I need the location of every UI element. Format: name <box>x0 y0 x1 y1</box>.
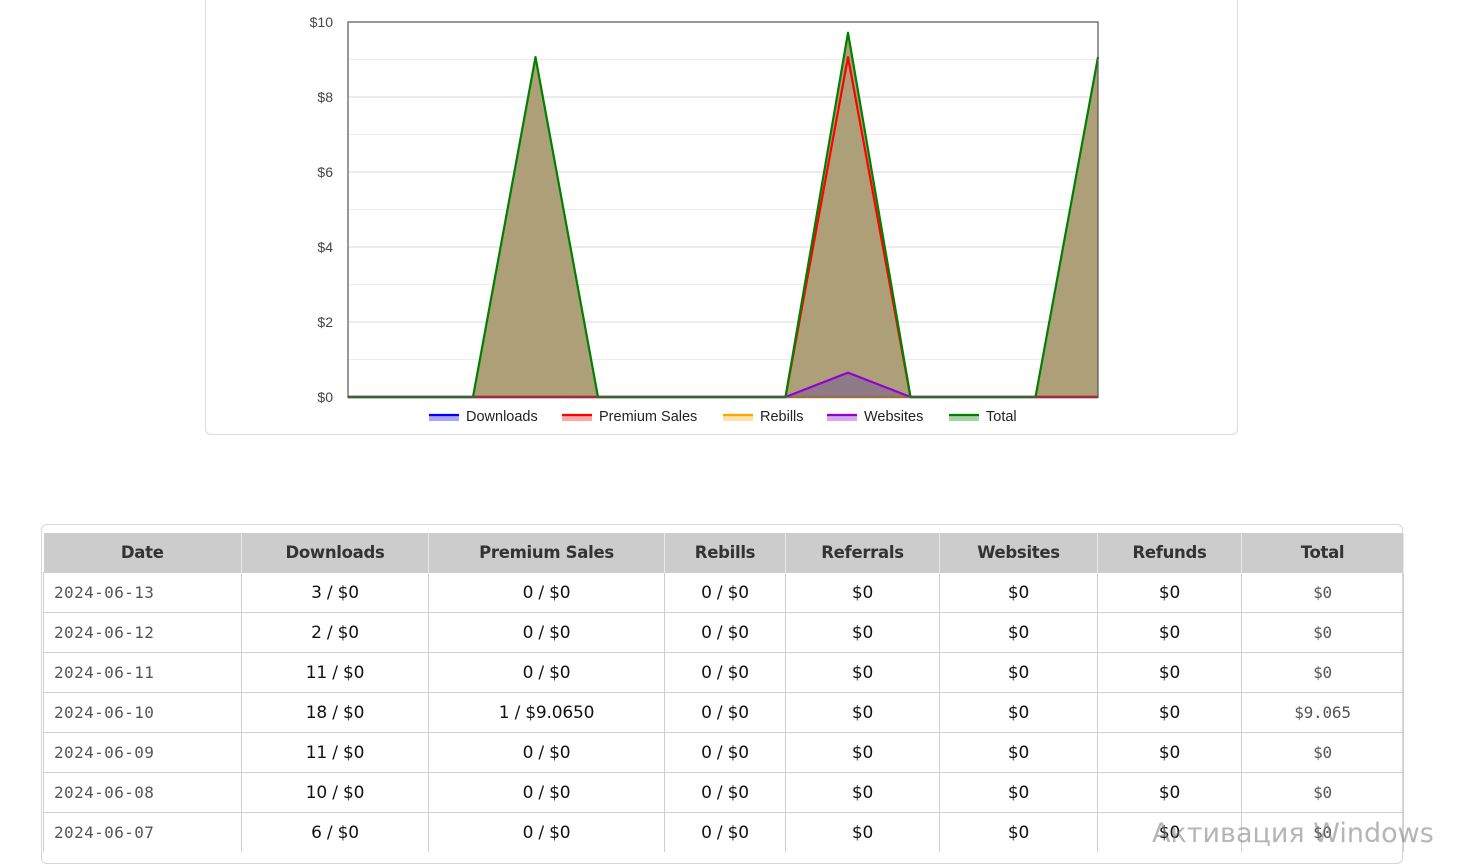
cell-refunds: $0 <box>1097 772 1242 813</box>
table-row: 2024-06-11 11 / $0 0 / $0 0 / $0 $0 $0 $… <box>43 652 1404 693</box>
cell-downloads: 11 / $0 <box>241 652 429 693</box>
series-area-websites <box>348 372 1098 397</box>
cell-websites: $0 <box>939 572 1098 613</box>
earnings-chart: $0 $2 $4 $6 $8 $10 Downloads Premium Sales Rebil… <box>310 14 1100 425</box>
cell-premium-sales: 0 / $0 <box>428 652 665 693</box>
cell-referrals: $0 <box>785 692 940 733</box>
cell-downloads: 3 / $0 <box>241 572 429 613</box>
cell-websites: $0 <box>939 732 1098 773</box>
cell-premium-sales: 0 / $0 <box>428 612 665 653</box>
table-row: 2024-06-07 6 / $0 0 / $0 0 / $0 $0 $0 $0… <box>43 812 1404 852</box>
header-downloads[interactable]: Downloads <box>241 533 429 573</box>
data-point <box>847 372 849 374</box>
cell-referrals: $0 <box>785 612 940 653</box>
data-point <box>847 56 849 58</box>
series-area-total <box>348 32 1098 397</box>
cell-refunds: $0 <box>1097 732 1242 773</box>
cell-total: $0 <box>1241 652 1404 693</box>
header-refunds[interactable]: Refunds <box>1097 533 1242 573</box>
legend-label: Websites <box>864 409 923 425</box>
cell-websites: $0 <box>939 772 1098 813</box>
cell-rebills: 0 / $0 <box>664 812 786 852</box>
header-referrals[interactable]: Referrals <box>785 533 940 573</box>
cell-websites: $0 <box>939 692 1098 733</box>
y-tick-label: $10 <box>310 14 334 30</box>
cell-total: $0 <box>1241 572 1404 613</box>
y-tick-label: $0 <box>317 389 333 405</box>
cell-total: $0 <box>1241 612 1404 653</box>
header-date[interactable]: Date <box>43 533 242 573</box>
cell-websites: $0 <box>939 652 1098 693</box>
cell-refunds: $0 <box>1097 612 1242 653</box>
cell-total: $0 <box>1241 732 1404 773</box>
cell-date: 2024-06-07 <box>43 812 242 852</box>
cell-websites: $0 <box>939 812 1098 852</box>
table-header-row: Date Downloads Premium Sales Rebills Ref… <box>43 533 1404 573</box>
cell-downloads: 18 / $0 <box>241 692 429 733</box>
cell-date: 2024-06-13 <box>43 572 242 613</box>
cell-date: 2024-06-08 <box>43 772 242 813</box>
cell-downloads: 10 / $0 <box>241 772 429 813</box>
table-row: 2024-06-12 2 / $0 0 / $0 0 / $0 $0 $0 $0… <box>43 612 1404 653</box>
earnings-chart-panel: $0 $2 $4 $6 $8 $10 Downloads Premium Sales Rebil… <box>205 0 1238 435</box>
cell-referrals: $0 <box>785 572 940 613</box>
stats-table: Date Downloads Premium Sales Rebills Ref… <box>43 533 1404 852</box>
cell-premium-sales: 0 / $0 <box>428 812 665 852</box>
cell-refunds: $0 <box>1097 812 1242 852</box>
header-rebills[interactable]: Rebills <box>664 533 786 573</box>
cell-rebills: 0 / $0 <box>664 572 786 613</box>
cell-downloads: 6 / $0 <box>241 812 429 852</box>
y-tick-label: $8 <box>317 89 333 105</box>
series-line-premium-sales <box>348 55 1098 399</box>
table-row: 2024-06-10 18 / $0 1 / $9.0650 0 / $0 $0… <box>43 692 1404 733</box>
cell-rebills: 0 / $0 <box>664 652 786 693</box>
cell-referrals: $0 <box>785 812 940 852</box>
cell-referrals: $0 <box>785 652 940 693</box>
cell-websites: $0 <box>939 612 1098 653</box>
cell-total: $9.065 <box>1241 692 1404 733</box>
header-websites[interactable]: Websites <box>939 533 1098 573</box>
cell-date: 2024-06-10 <box>43 692 242 733</box>
data-point <box>534 56 537 58</box>
cell-refunds: $0 <box>1097 572 1242 613</box>
cell-premium-sales: 1 / $9.0650 <box>428 692 665 733</box>
cell-premium-sales: 0 / $0 <box>428 772 665 813</box>
data-point <box>847 32 849 34</box>
series-line-websites <box>348 371 1098 399</box>
table-row: 2024-06-13 3 / $0 0 / $0 0 / $0 $0 $0 $0… <box>43 572 1404 613</box>
cell-referrals: $0 <box>785 772 940 813</box>
cell-date: 2024-06-11 <box>43 652 242 693</box>
cell-total: $0 <box>1241 772 1404 813</box>
cell-rebills: 0 / $0 <box>664 692 786 733</box>
cell-refunds: $0 <box>1097 692 1242 733</box>
table-row: 2024-06-08 10 / $0 0 / $0 0 / $0 $0 $0 $… <box>43 772 1404 813</box>
cell-rebills: 0 / $0 <box>664 612 786 653</box>
cell-premium-sales: 0 / $0 <box>428 572 665 613</box>
cell-date: 2024-06-09 <box>43 732 242 773</box>
cell-referrals: $0 <box>785 732 940 773</box>
y-tick-label: $2 <box>317 314 333 330</box>
series-line-total <box>348 31 1100 399</box>
header-total[interactable]: Total <box>1241 533 1404 573</box>
y-tick-label: $4 <box>317 239 333 255</box>
legend-label: Total <box>986 409 1017 425</box>
cell-downloads: 11 / $0 <box>241 732 429 773</box>
header-premium-sales[interactable]: Premium Sales <box>428 533 665 573</box>
cell-rebills: 0 / $0 <box>664 772 786 813</box>
cell-total: $0 <box>1241 812 1404 852</box>
legend-label: Premium Sales <box>599 409 697 425</box>
y-tick-label: $6 <box>317 164 333 180</box>
cell-premium-sales: 0 / $0 <box>428 732 665 773</box>
cell-date: 2024-06-12 <box>43 612 242 653</box>
legend-label: Rebills <box>760 409 804 425</box>
cell-refunds: $0 <box>1097 652 1242 693</box>
stats-table-panel: Date Downloads Premium Sales Rebills Ref… <box>41 524 1404 864</box>
cell-downloads: 2 / $0 <box>241 612 429 653</box>
table-row: 2024-06-09 11 / $0 0 / $0 0 / $0 $0 $0 $… <box>43 732 1404 773</box>
cell-rebills: 0 / $0 <box>664 732 786 773</box>
legend-label: Downloads <box>466 409 538 425</box>
